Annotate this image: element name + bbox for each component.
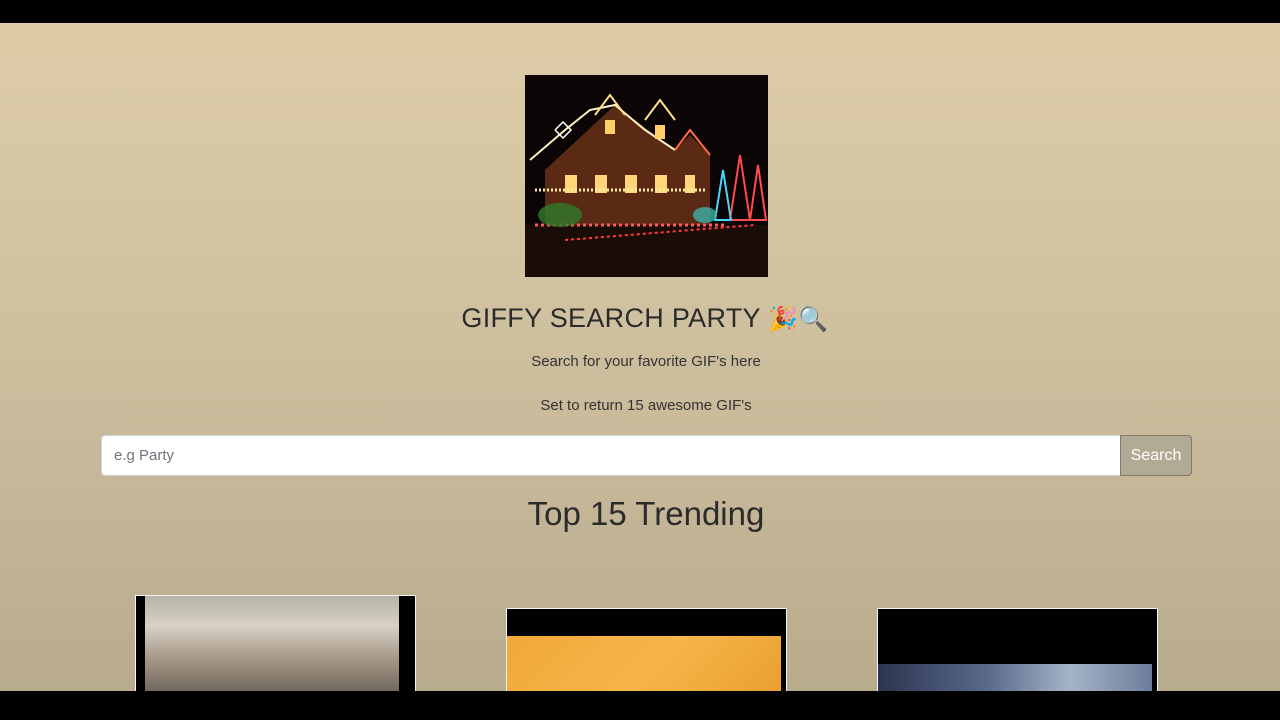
house-lights-illustration bbox=[525, 75, 768, 277]
results-count-note: Set to return 15 awesome GIF's bbox=[540, 397, 752, 414]
hero-image bbox=[525, 75, 768, 277]
trending-heading: Top 15 Trending bbox=[527, 495, 765, 532]
trending-gif-3[interactable] bbox=[877, 608, 1158, 691]
trending-gif-1[interactable] bbox=[135, 595, 416, 691]
top-letterbox bbox=[0, 0, 1280, 23]
title-text: GIFFY SEARCH PARTY bbox=[461, 303, 761, 333]
trending-gif-2[interactable] bbox=[506, 608, 787, 691]
bottom-letterbox bbox=[0, 691, 1280, 720]
subtitle: Search for your favorite GIF's here bbox=[531, 353, 761, 370]
search-input[interactable] bbox=[101, 435, 1120, 476]
party-search-emoji-icon: 🎉🔍 bbox=[768, 305, 829, 333]
gif-image bbox=[507, 636, 781, 691]
search-button[interactable]: Search bbox=[1120, 435, 1192, 476]
page: GIFFY SEARCH PARTY 🎉🔍 Search for your fa… bbox=[0, 23, 1280, 691]
search-bar: Search bbox=[101, 435, 1192, 476]
gif-image bbox=[145, 596, 399, 691]
gif-image bbox=[878, 664, 1152, 691]
page-title: GIFFY SEARCH PARTY 🎉🔍 bbox=[0, 303, 1280, 334]
